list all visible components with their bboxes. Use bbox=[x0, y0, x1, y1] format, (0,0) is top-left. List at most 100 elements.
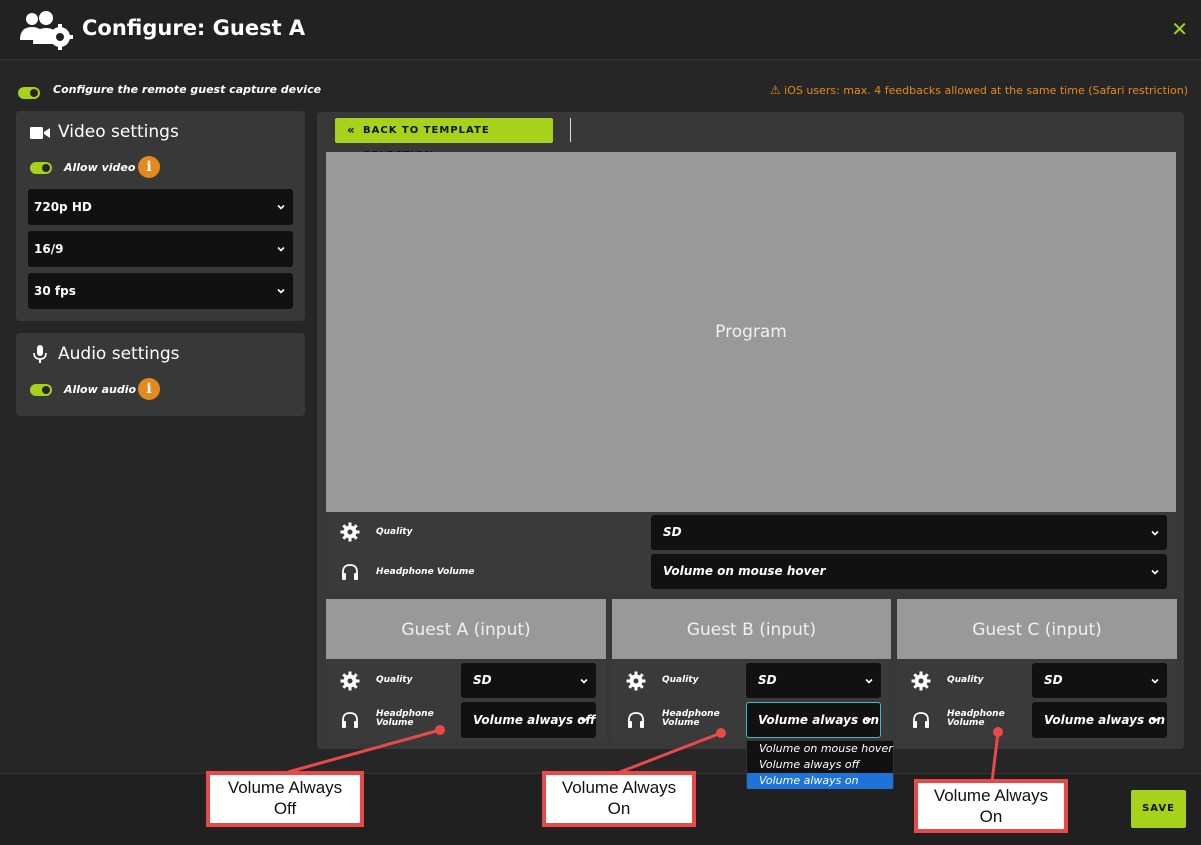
allow-audio-label: Allow audio bbox=[64, 383, 137, 396]
allow-video-toggle[interactable] bbox=[30, 162, 52, 174]
close-icon[interactable]: ✕ bbox=[1171, 17, 1188, 41]
callout-line2: On bbox=[607, 799, 631, 818]
guest-quality-value: SD bbox=[1044, 673, 1063, 687]
info-icon[interactable]: i bbox=[138, 378, 160, 400]
title-bar: Configure: Guest A ✕ bbox=[0, 0, 1201, 60]
guest-quality-select[interactable]: SD bbox=[1032, 663, 1167, 698]
guest-tile: Guest B (input) Quality Headphone Volume … bbox=[612, 599, 891, 742]
quality-label: Quality bbox=[662, 675, 699, 685]
chevron-down-icon bbox=[865, 678, 873, 684]
guest-headphone-value: Volume always on bbox=[1044, 713, 1166, 727]
resolution-select[interactable]: 720p HD bbox=[28, 189, 293, 225]
headphones-icon bbox=[342, 564, 358, 580]
annotation-callout: Volume Always Off bbox=[207, 772, 363, 826]
annotation-callout: Volume Always On bbox=[915, 780, 1067, 832]
dropdown-option[interactable]: Volume always off bbox=[747, 757, 893, 773]
program-headphone-value: Volume on mouse hover bbox=[663, 564, 826, 578]
chevron-down-icon bbox=[1151, 569, 1159, 575]
audio-settings-title: Audio settings bbox=[58, 344, 180, 364]
guest-headphone-select[interactable]: Volume always on bbox=[746, 702, 881, 738]
video-camera-icon bbox=[30, 127, 50, 139]
guest-preview: Guest B (input) bbox=[612, 599, 891, 659]
capture-label: Configure the remote guest capture devic… bbox=[53, 83, 322, 96]
callout-line2: Off bbox=[273, 799, 297, 818]
guest-quality-value: SD bbox=[758, 673, 777, 687]
chevron-down-icon bbox=[1151, 530, 1159, 536]
guest-headphone-select[interactable]: Volume always off bbox=[461, 702, 596, 738]
audio-settings-panel: Audio settings Allow audio i bbox=[16, 333, 305, 416]
capture-toggle[interactable] bbox=[18, 86, 40, 99]
headphone-volume-label: Headphone Volume bbox=[376, 567, 475, 577]
program-quality-select[interactable]: SD bbox=[651, 515, 1167, 550]
chevron-down-icon bbox=[1151, 717, 1159, 723]
guest-tile: Guest C (input) Quality Headphone Volume … bbox=[897, 599, 1177, 742]
quality-label: Quality bbox=[376, 527, 413, 537]
guest-headphone-select[interactable]: Volume always on bbox=[1032, 702, 1167, 738]
allow-video-label: Allow video bbox=[64, 161, 136, 174]
double-chevron-left-icon: « bbox=[347, 123, 356, 137]
headphone-volume-label: Headphone Volume bbox=[662, 710, 720, 728]
gear-icon bbox=[626, 671, 646, 691]
program-preview: Program bbox=[326, 152, 1176, 512]
users-gear-icon bbox=[20, 11, 73, 50]
program-controls: Quality Headphone Volume SD Volume on mo… bbox=[326, 512, 1176, 592]
chevron-down-icon bbox=[277, 288, 285, 294]
fps-select[interactable]: 30 fps bbox=[28, 273, 293, 309]
program-quality-value: SD bbox=[663, 525, 682, 539]
quality-label: Quality bbox=[376, 675, 413, 685]
guest-controls: Quality Headphone Volume SD Volume always… bbox=[897, 659, 1177, 742]
chevron-down-icon bbox=[1151, 678, 1159, 684]
warning-icon: ⚠ bbox=[769, 83, 781, 97]
guest-controls: Quality Headphone Volume SD Volume always… bbox=[326, 659, 606, 742]
headphone-label-line2: Volume bbox=[376, 718, 414, 728]
program-headphone-select[interactable]: Volume on mouse hover bbox=[651, 554, 1167, 589]
divider bbox=[570, 118, 571, 142]
guest-name: Guest B (input) bbox=[686, 620, 817, 640]
headphone-volume-label: Headphone Volume bbox=[376, 710, 434, 728]
callout-line1: Volume Always bbox=[933, 786, 1049, 805]
fps-value: 30 fps bbox=[34, 284, 76, 298]
guest-controls: Quality Headphone Volume SD Volume always… bbox=[612, 659, 891, 742]
info-icon[interactable]: i bbox=[138, 156, 160, 178]
video-settings-panel: Video settings Allow video i 720p HD 16/… bbox=[16, 111, 305, 321]
chevron-down-icon bbox=[277, 204, 285, 210]
guest-headphone-value: Volume always on bbox=[758, 713, 880, 727]
gear-icon bbox=[911, 671, 931, 691]
chevron-down-icon bbox=[277, 246, 285, 252]
aspect-select[interactable]: 16/9 bbox=[28, 231, 293, 267]
video-settings-title: Video settings bbox=[58, 122, 179, 142]
aspect-value: 16/9 bbox=[34, 242, 64, 256]
back-to-template-button[interactable]: « BACK TO TEMPLATE SELECTION bbox=[335, 118, 553, 161]
dropdown-option[interactable]: Volume on mouse hover bbox=[747, 741, 893, 757]
headphone-volume-label: Headphone Volume bbox=[947, 710, 1005, 728]
headphone-label-line2: Volume bbox=[947, 718, 985, 728]
guest-quality-select[interactable]: SD bbox=[746, 663, 881, 698]
microphone-icon bbox=[33, 345, 47, 363]
callout-line2: On bbox=[979, 807, 1003, 826]
guest-tile: Guest A (input) Quality Headphone Volume … bbox=[326, 599, 606, 742]
dropdown-option-selected[interactable]: Volume always on bbox=[747, 773, 893, 789]
guest-quality-value: SD bbox=[473, 673, 492, 687]
allow-audio-toggle[interactable] bbox=[30, 384, 52, 396]
guest-name: Guest A (input) bbox=[401, 620, 531, 640]
template-panel: « BACK TO TEMPLATE SELECTION Program Qua… bbox=[317, 112, 1184, 749]
gear-icon bbox=[340, 522, 360, 542]
headphones-icon bbox=[913, 712, 929, 728]
save-button[interactable]: SAVE bbox=[1131, 790, 1186, 828]
ios-warning-text: iOS users: max. 4 feedbacks allowed at t… bbox=[784, 84, 1188, 97]
headphone-label-line2: Volume bbox=[662, 718, 700, 728]
callout-line1: Volume Always bbox=[561, 778, 677, 797]
guest-name: Guest C (input) bbox=[972, 620, 1102, 640]
guest-preview: Guest A (input) bbox=[326, 599, 606, 659]
ios-warning: ⚠ iOS users: max. 4 feedbacks allowed at… bbox=[770, 83, 1188, 97]
headphones-icon bbox=[342, 712, 358, 728]
window-title: Configure: Guest A bbox=[82, 16, 306, 40]
quality-label: Quality bbox=[947, 675, 984, 685]
annotation-callout: Volume Always On bbox=[543, 772, 695, 826]
program-label: Program bbox=[715, 322, 787, 342]
headphone-dropdown-list: Volume on mouse hover Volume always off … bbox=[746, 740, 894, 789]
gear-icon bbox=[340, 671, 360, 691]
guest-quality-select[interactable]: SD bbox=[461, 663, 596, 698]
chevron-down-icon bbox=[580, 717, 588, 723]
callout-line1: Volume Always bbox=[227, 778, 343, 797]
